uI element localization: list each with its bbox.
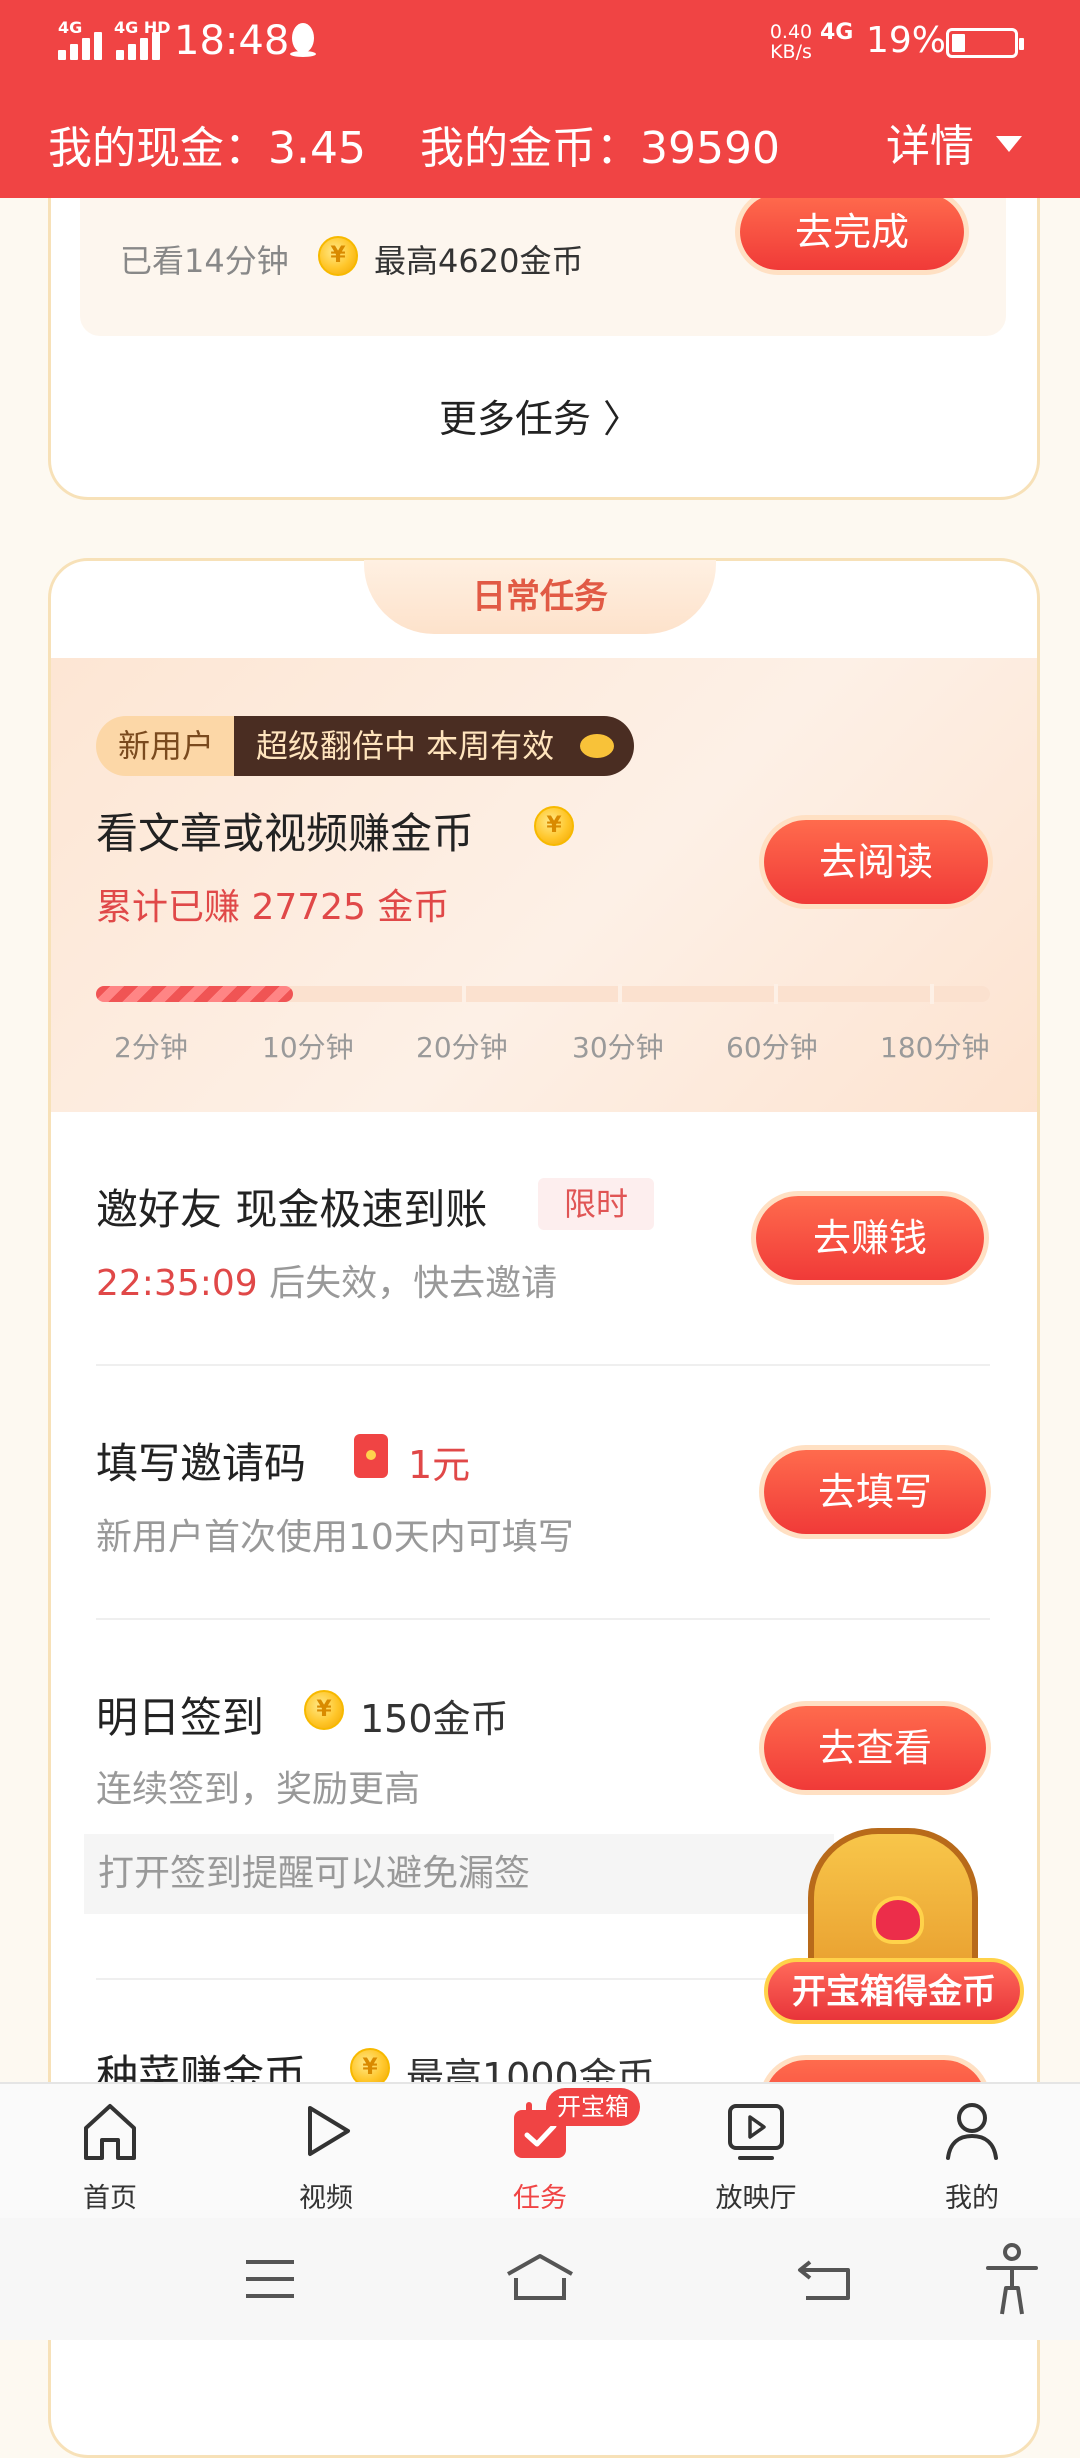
invite-code-reward: 1元 — [408, 1443, 471, 1487]
coin-stack-icon — [580, 734, 614, 758]
checkin-reward: 150金币 — [360, 1697, 509, 1741]
divider — [96, 1618, 990, 1620]
battery-icon — [946, 28, 1024, 58]
coin-icon: ¥ — [318, 236, 358, 276]
nav-label: 视频 — [299, 2183, 353, 2214]
status-bar: 4G 4G HD 18:48 0.40 KB/s 4G 19% — [0, 0, 1080, 82]
milestone-label: 2分钟 — [114, 1031, 188, 1064]
accessibility-icon[interactable] — [984, 2242, 1040, 2318]
nav-item-profile[interactable]: 我的 — [864, 2084, 1080, 2220]
read-button[interactable]: 去阅读 — [764, 820, 988, 904]
new-user-tag: 新用户 — [96, 716, 236, 776]
checkin-reminder-hint[interactable]: 打开签到提醒可以避免漏签 — [84, 1834, 834, 1914]
nav-item-video[interactable]: 视频 — [218, 2084, 434, 2220]
checkin-subtitle: 连续签到，奖励更高 — [96, 1769, 421, 1810]
milestone-label: 10分钟 — [262, 1031, 354, 1064]
signal-bars-icon-1 — [58, 30, 108, 60]
invite-task-title: 邀好友 现金极速到账 — [96, 1185, 488, 1234]
coin-icon: ¥ — [304, 1690, 344, 1730]
play-icon — [308, 2106, 350, 2156]
prev-task-reward: 最高4620金币 — [374, 242, 584, 280]
milestone-label: 60分钟 — [726, 1031, 818, 1064]
status-time: 18:48 — [174, 18, 290, 64]
net-speed: 0.40 KB/s — [769, 21, 813, 63]
nav-label: 首页 — [83, 2183, 137, 2214]
details-button[interactable]: 详情 — [886, 110, 974, 174]
invite-code-subtitle: 新用户首次使用10天内可填写 — [96, 1517, 574, 1558]
home-nav-icon[interactable] — [504, 2252, 576, 2302]
cash-balance: 我的现金：3.45 — [48, 123, 366, 174]
back-icon[interactable] — [796, 2256, 852, 2302]
milestone-label: 20分钟 — [416, 1031, 508, 1064]
nav-label: 放映厅 — [715, 2183, 797, 2214]
milestone-label: 30分钟 — [572, 1031, 664, 1064]
nav-item-home[interactable]: 首页 — [2, 2084, 218, 2220]
milestone-label: 180分钟 — [880, 1031, 990, 1064]
invite-task-subtitle: 22:35:09 后失效，快去邀请 — [96, 1263, 558, 1304]
person-icon — [946, 2103, 998, 2160]
nav-item-theater[interactable]: 放映厅 — [648, 2084, 864, 2220]
fill-code-button[interactable]: 去填写 — [764, 1450, 986, 1534]
coin-balance: 我的金币：39590 — [420, 123, 780, 174]
read-task-title: 看文章或视频赚金币 — [96, 809, 475, 858]
treasure-chest-widget[interactable]: 开宝箱得金币 — [764, 1808, 1024, 2024]
signal-bars-icon-2 — [116, 30, 166, 60]
tv-icon — [728, 2104, 784, 2160]
earn-money-button[interactable]: 去赚钱 — [756, 1196, 984, 1280]
coin-icon: ¥ — [534, 806, 574, 846]
daily-tasks-title: 日常任务 — [364, 560, 716, 634]
view-checkin-button[interactable]: 去查看 — [764, 1706, 986, 1790]
countdown-timer: 22:35:09 — [96, 1263, 258, 1304]
invite-code-title: 填写邀请码 — [96, 1439, 307, 1488]
treasure-badge[interactable]: 开宝箱 — [546, 2088, 640, 2126]
red-envelope-icon — [354, 1434, 388, 1478]
header-bar: 4G 4G HD 18:48 0.40 KB/s 4G 19% 我的现金：3.4… — [0, 0, 1080, 198]
prev-task-progress: 已看14分钟 — [120, 242, 289, 280]
limited-time-badge: 限时 — [538, 1178, 654, 1230]
chevron-down-icon[interactable] — [996, 136, 1022, 152]
qq-penguin-icon — [290, 23, 316, 57]
double-bonus-tag: 超级翻倍中 本周有效 — [234, 716, 634, 776]
battery-percent: 19% — [866, 20, 947, 61]
treasure-chest-label[interactable]: 开宝箱得金币 — [764, 1958, 1024, 2024]
nav-label: 我的 — [945, 2183, 999, 2214]
nav-label: 任务 — [513, 2183, 567, 2214]
system-nav-bar — [0, 2218, 1080, 2340]
read-task-earned: 累计已赚 27725 金币 — [96, 887, 450, 928]
checkin-title: 明日签到 — [96, 1693, 265, 1742]
divider — [96, 1364, 990, 1366]
menu-icon[interactable] — [244, 2258, 296, 2300]
home-icon — [84, 2104, 136, 2160]
heart-gem-icon — [872, 1896, 924, 1944]
read-progress-fill — [96, 986, 293, 1002]
network-type: 4G — [820, 20, 854, 45]
more-tasks-link[interactable]: 更多任务 〉 — [0, 388, 1080, 443]
complete-button[interactable]: 去完成 — [740, 194, 964, 270]
bottom-nav: 首页 视频 任务 放映厅 我的 — [0, 2082, 1080, 2218]
